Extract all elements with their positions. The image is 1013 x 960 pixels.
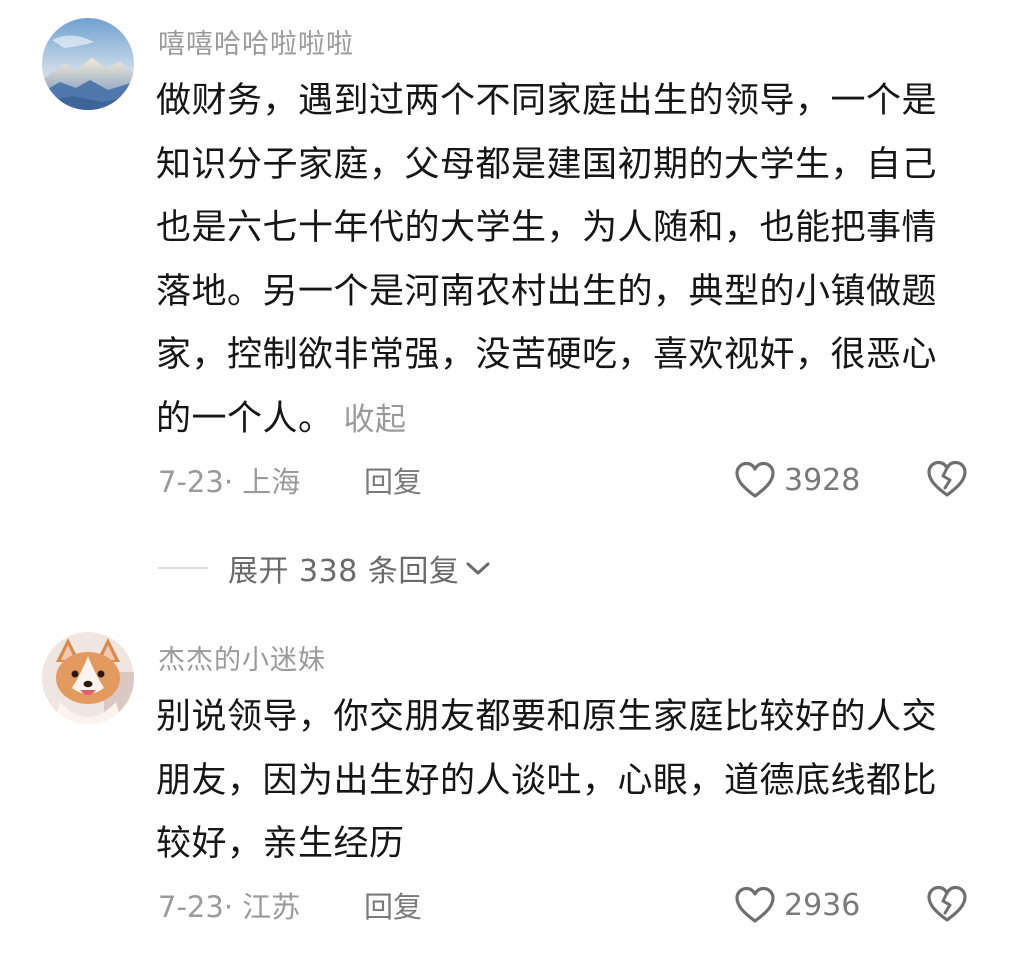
reply-button[interactable]: 回复 <box>364 459 422 501</box>
like-button[interactable]: 3928 <box>734 455 860 505</box>
dislike-button[interactable] <box>926 883 968 929</box>
username[interactable]: 杰杰的小迷妹 <box>158 638 326 677</box>
expand-replies-label[interactable]: 展开 338 条回复 <box>228 546 459 590</box>
comment-text: 别说领导，你交朋友都要和原生家庭比较好的人交朋友，因为出生好的人谈吐，心眼，道德… <box>156 686 966 877</box>
like-count: 3928 <box>784 462 861 498</box>
broken-heart-icon <box>927 460 967 497</box>
comment-body: 做财务，遇到过两个不同家庭出生的领导，一个是知识分子家庭，父母都是建国初期的大学… <box>156 81 938 439</box>
mountain-landscape-avatar-icon <box>42 18 134 110</box>
like-button[interactable]: 2936 <box>734 880 860 930</box>
like-count: 2936 <box>784 887 861 923</box>
heart-icon <box>735 886 775 923</box>
chevron-down-icon[interactable] <box>465 559 491 577</box>
date-location: 7-23· 江苏 <box>158 890 301 924</box>
comment-text: 做财务，遇到过两个不同家庭出生的领导，一个是知识分子家庭，父母都是建国初期的大学… <box>156 70 966 452</box>
comment-meta: 7-23· 上海 回复 3928 <box>158 455 970 505</box>
divider-line <box>158 567 208 569</box>
avatar[interactable] <box>42 18 134 110</box>
dislike-button[interactable] <box>926 458 968 504</box>
comment-body: 别说领导，你交朋友都要和原生家庭比较好的人交朋友，因为出生好的人谈吐，心眼，道德… <box>156 697 938 864</box>
heart-icon <box>735 461 775 498</box>
corgi-dog-avatar-icon <box>42 632 134 724</box>
collapse-link[interactable]: 收起 <box>344 402 407 438</box>
reply-button[interactable]: 回复 <box>364 884 422 926</box>
broken-heart-icon <box>927 885 967 922</box>
comment-meta: 7-23· 江苏 回复 2936 <box>158 880 970 930</box>
expand-replies[interactable]: 展开 338 条回复 <box>158 545 491 591</box>
date-location: 7-23· 上海 <box>158 465 301 499</box>
username[interactable]: 嘻嘻哈哈啦啦啦 <box>158 22 354 61</box>
avatar[interactable] <box>42 632 134 724</box>
